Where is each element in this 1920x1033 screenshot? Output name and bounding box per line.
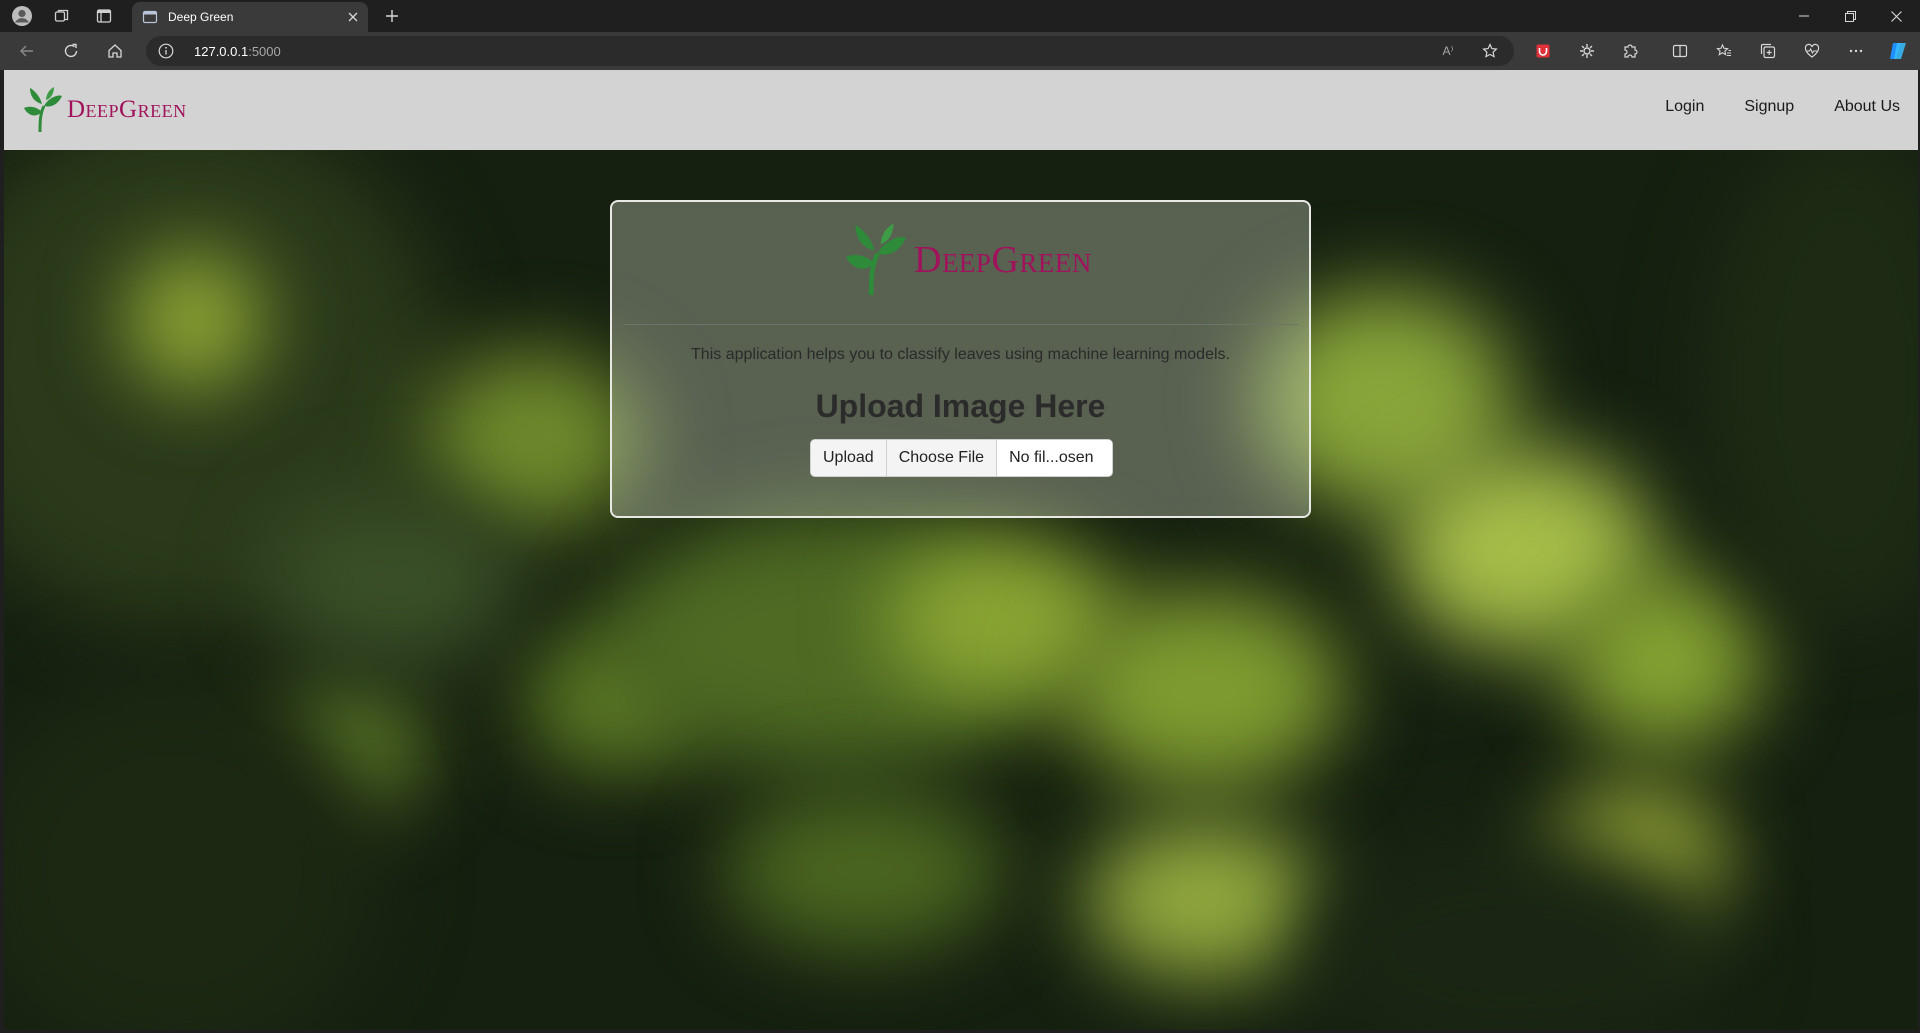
page-icon bbox=[142, 9, 158, 25]
active-tab[interactable]: Deep Green bbox=[132, 2, 368, 32]
card-divider bbox=[624, 324, 1299, 325]
site-navbar: DeepGreen Login Signup About Us bbox=[4, 70, 1918, 150]
restore-icon[interactable] bbox=[1832, 4, 1868, 28]
read-aloud-label: A⁾ bbox=[1442, 44, 1454, 58]
back-icon[interactable] bbox=[14, 38, 40, 64]
page-viewport: DeepGreen Login Signup About Us DeepGree… bbox=[4, 70, 1918, 1030]
favorite-star-icon[interactable] bbox=[1480, 41, 1500, 61]
home-icon[interactable] bbox=[102, 38, 128, 64]
nav-about-link[interactable]: About Us bbox=[1834, 98, 1900, 116]
leaf-logo-icon bbox=[845, 223, 907, 295]
copilot-icon[interactable] bbox=[1885, 38, 1911, 64]
info-icon[interactable] bbox=[158, 43, 174, 59]
upload-card: DeepGreen This application helps you to … bbox=[610, 200, 1311, 518]
card-brand-logo: DeepGreen bbox=[842, 220, 1092, 300]
more-icon[interactable] bbox=[1843, 38, 1869, 64]
profile-icon[interactable] bbox=[10, 4, 34, 28]
tab-title: Deep Green bbox=[168, 10, 234, 24]
address-bar[interactable]: 127.0.0.1:5000 A⁾ bbox=[146, 36, 1514, 66]
upload-button[interactable]: Upload bbox=[811, 440, 887, 476]
nav-signup-link[interactable]: Signup bbox=[1744, 98, 1794, 116]
plus-icon[interactable] bbox=[380, 4, 404, 28]
browser-tab-bar: Deep Green bbox=[0, 0, 1920, 32]
extensions-puzzle-icon[interactable] bbox=[1617, 38, 1643, 64]
extension-gear-icon[interactable] bbox=[1574, 38, 1600, 64]
nav-login-link[interactable]: Login bbox=[1665, 98, 1704, 116]
file-status-text[interactable]: No fil...osen bbox=[997, 440, 1112, 476]
browser-essentials-icon[interactable] bbox=[1799, 38, 1825, 64]
close-window-icon[interactable] bbox=[1878, 4, 1914, 28]
workspaces-icon[interactable] bbox=[50, 4, 74, 28]
upload-input-group: Upload Choose File No fil...osen bbox=[810, 439, 1113, 477]
collections-icon[interactable] bbox=[1755, 38, 1781, 64]
card-brand-name: DeepGreen bbox=[914, 239, 1092, 281]
split-screen-icon[interactable] bbox=[1667, 38, 1693, 64]
tab-actions-icon[interactable] bbox=[92, 4, 116, 28]
app-description: This application helps you to classify l… bbox=[691, 346, 1230, 363]
url-host: 127.0.0.1 bbox=[194, 44, 249, 59]
brand-logo[interactable]: DeepGreen bbox=[22, 85, 187, 135]
nav-links: Login Signup About Us bbox=[1665, 98, 1900, 116]
close-icon[interactable] bbox=[344, 8, 362, 26]
leaf-logo-icon bbox=[24, 87, 62, 133]
extension-red-icon[interactable] bbox=[1530, 38, 1556, 64]
choose-file-button[interactable]: Choose File bbox=[886, 440, 998, 476]
refresh-icon[interactable] bbox=[58, 38, 84, 64]
browser-toolbar: 127.0.0.1:5000 A⁾ bbox=[0, 32, 1920, 70]
brand-name: DeepGreen bbox=[67, 96, 187, 123]
read-aloud-icon[interactable]: A⁾ bbox=[1438, 41, 1458, 61]
url-text[interactable]: 127.0.0.1:5000 bbox=[194, 44, 281, 59]
minimize-icon[interactable] bbox=[1786, 4, 1822, 28]
upload-heading: Upload Image Here bbox=[815, 388, 1106, 424]
favorites-icon[interactable] bbox=[1711, 38, 1737, 64]
url-port: :5000 bbox=[248, 44, 281, 59]
